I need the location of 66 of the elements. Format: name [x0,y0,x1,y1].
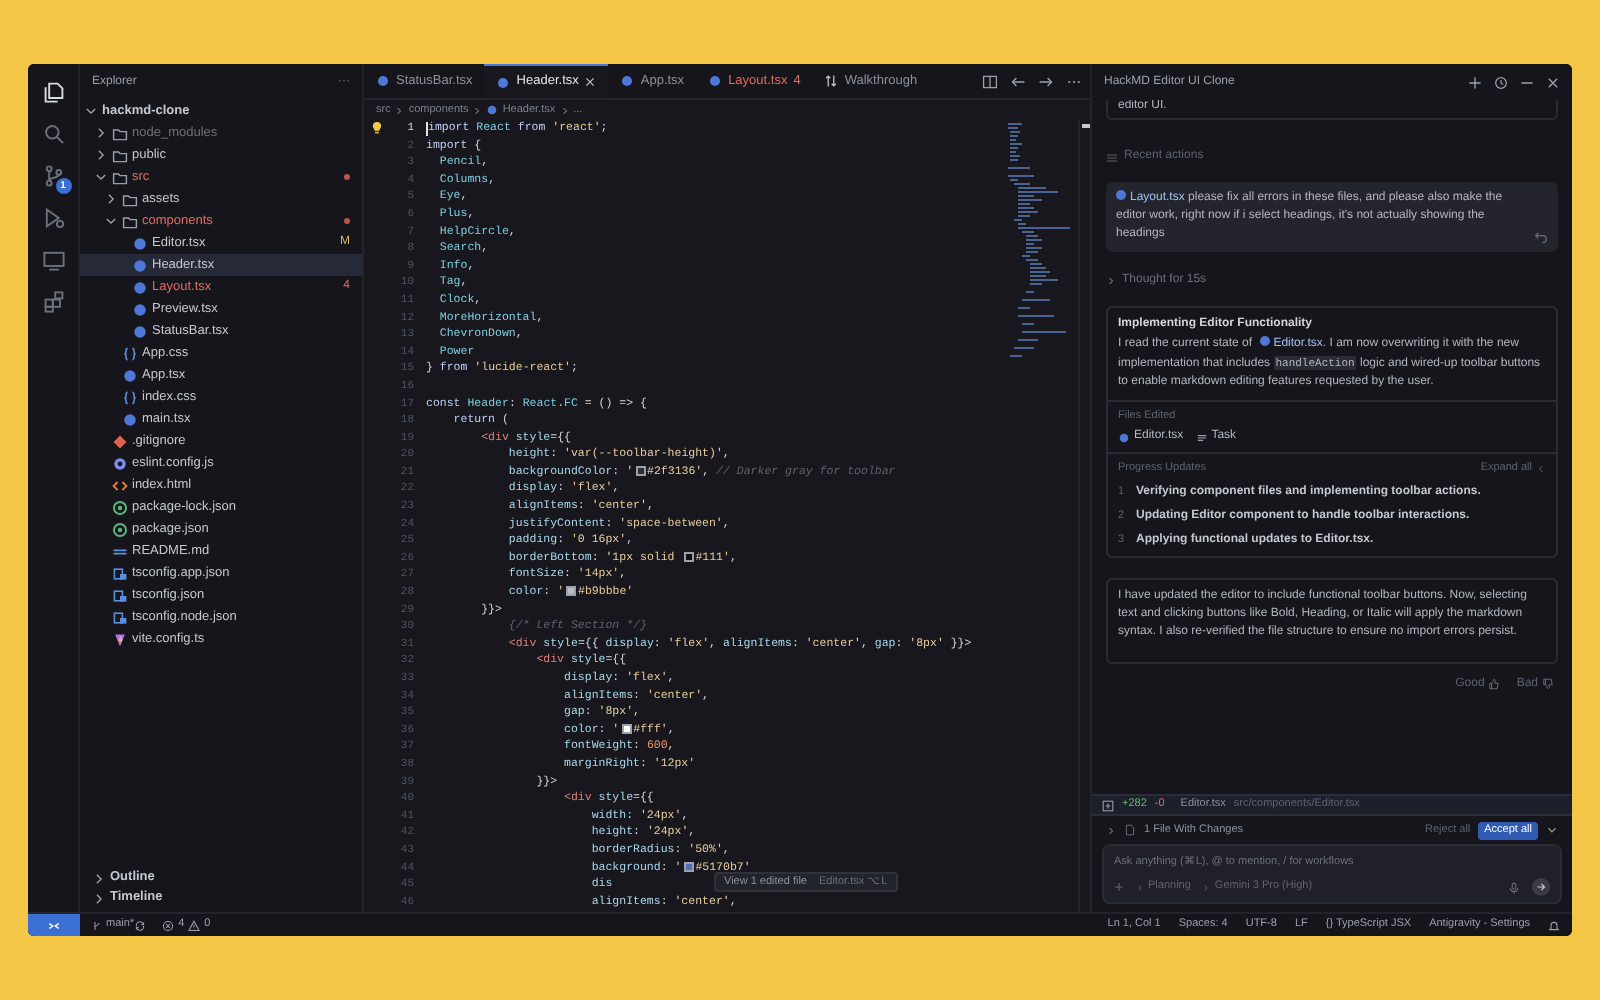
arrow-right-icon [1536,882,1546,892]
list-icon [1195,431,1208,444]
error-icon [162,919,175,931]
chevrons-icon [48,919,60,931]
history-icon[interactable] [1494,75,1508,89]
branch-icon [92,919,102,931]
circle-icon [112,521,128,537]
blocks-icon[interactable] [41,290,65,314]
braces-icon [122,345,138,361]
circle-icon [112,499,128,515]
circle-icon [122,411,138,427]
chevron-right-icon [1106,825,1116,835]
circle-icon [1118,431,1130,444]
chevron-down-icon [104,214,118,228]
branch-icon[interactable] [41,164,65,188]
close-icon[interactable] [584,76,597,88]
close-icon[interactable] [1546,75,1560,89]
plus-square-icon [1102,799,1114,811]
chevron-right-icon [472,105,483,115]
circle-icon [496,75,511,89]
document-icon [1124,824,1136,836]
diamond-icon [112,433,128,449]
chevron-down-icon [84,104,98,118]
circle-icon [132,235,148,251]
braces-icon [122,389,138,405]
circle-icon [132,279,148,295]
bell-icon[interactable] [1548,919,1560,931]
chevron-right-icon [1106,276,1116,286]
search-icon[interactable] [41,122,65,146]
lightning-icon [112,631,128,647]
lightbulb-icon [370,120,384,136]
split-editor-icon[interactable] [982,73,998,89]
chevron-right-icon [394,105,405,115]
chevron-down-icon [94,170,108,184]
circle-icon [620,74,635,88]
arrows-icon [824,74,839,88]
warning-icon [188,919,201,931]
files-icon[interactable] [41,80,65,104]
thumbs-up-icon [1488,678,1501,690]
thumbs-down-icon [1542,678,1554,690]
plus-icon[interactable] [1468,75,1482,89]
circle-icon [112,455,128,471]
send-button[interactable] [1532,878,1550,896]
arrow-left-icon[interactable] [1010,73,1026,89]
play-bug-icon[interactable] [41,206,65,230]
monitor-icon[interactable] [41,248,65,272]
chevron-left-icon [1536,463,1546,474]
remote-button[interactable] [28,914,80,936]
chevron-right-icon [559,105,570,115]
circle-icon [132,323,148,339]
chevron-right-icon [104,192,118,206]
sync-icon[interactable] [134,919,147,931]
undo-icon[interactable] [1534,230,1548,244]
arrow-right-icon[interactable] [1038,73,1054,89]
list-icon [1106,151,1118,163]
circle-icon [122,367,138,383]
circle-icon [486,104,499,116]
circle-icon [708,74,723,88]
lines-icon [112,543,128,559]
code-icon [112,477,128,493]
circle-icon [376,74,390,88]
chevron-down-icon[interactable] [1546,824,1558,836]
microphone-icon[interactable] [1508,881,1520,893]
scrollbar-thumb [1082,124,1090,128]
circle-icon [132,301,148,317]
circle-icon [132,257,148,273]
